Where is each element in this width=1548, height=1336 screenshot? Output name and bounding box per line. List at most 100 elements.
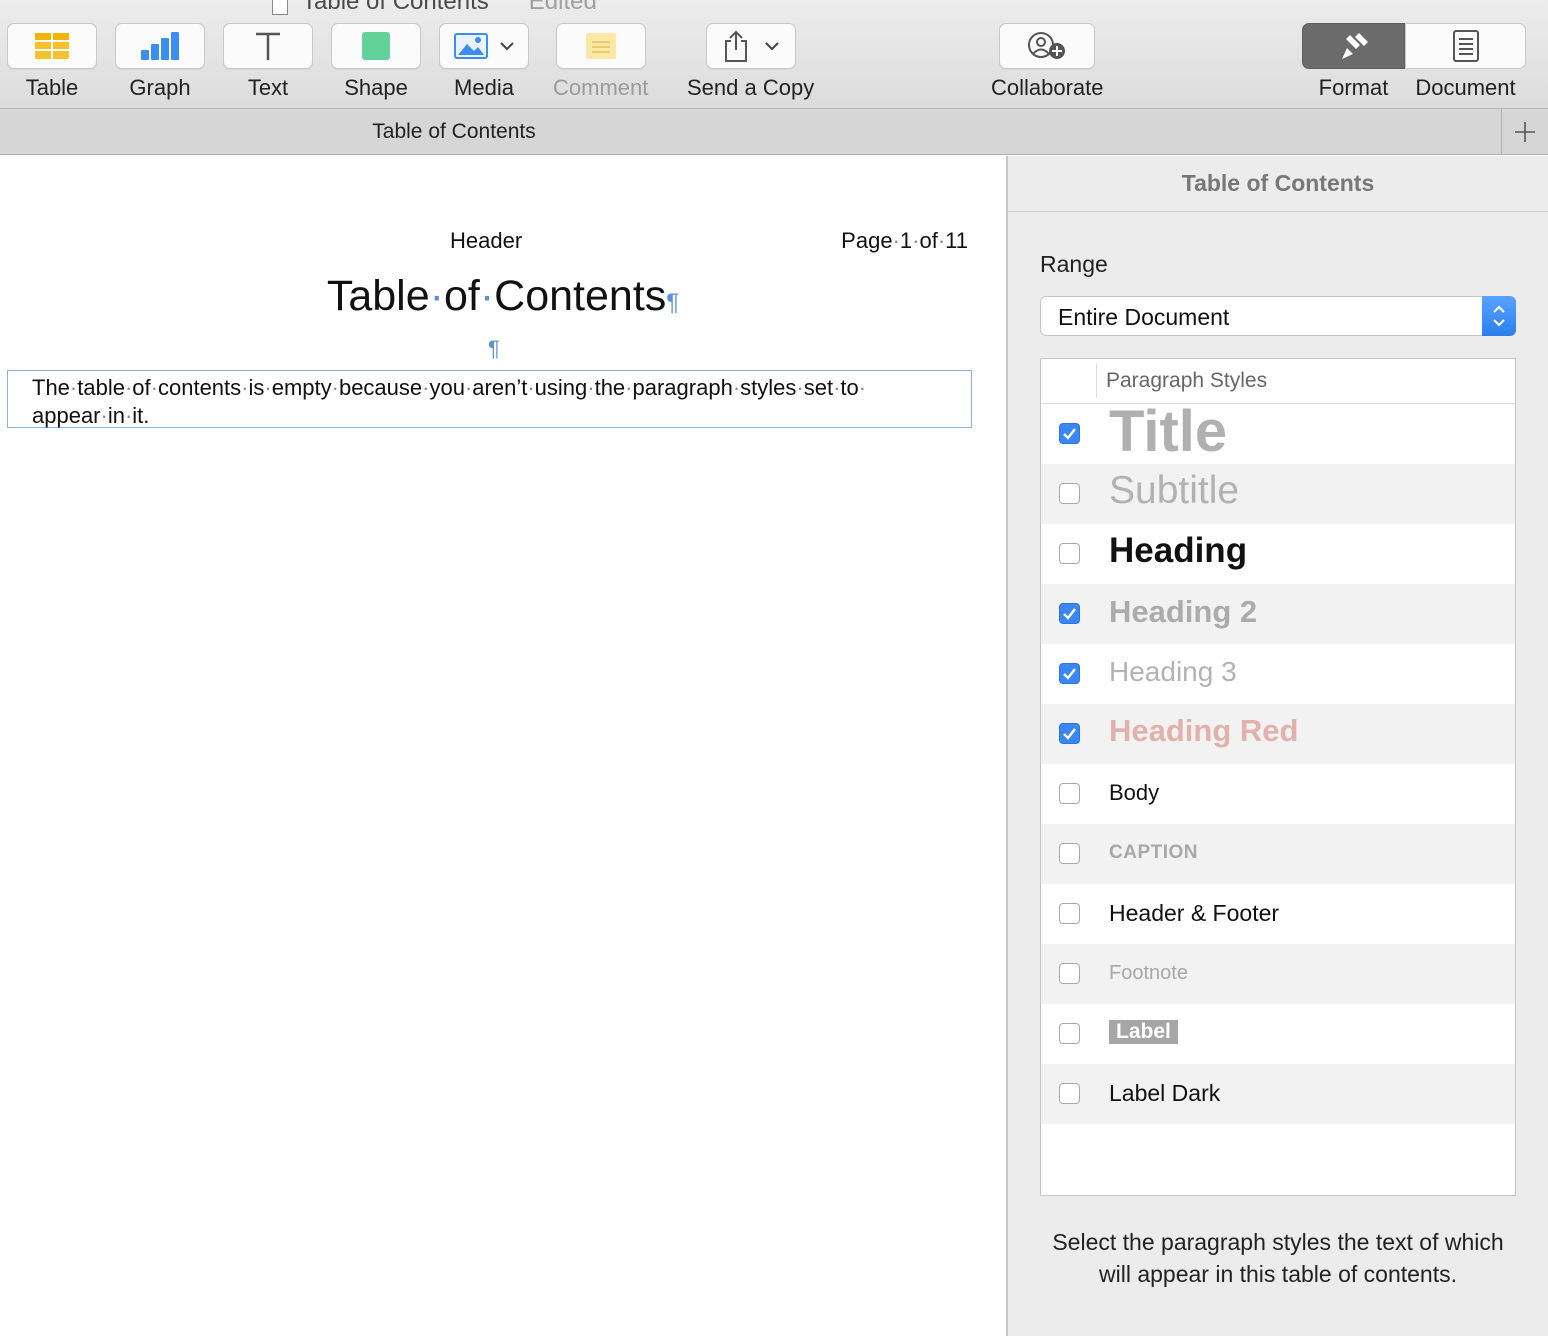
paragraph-styles-list[interactable]: Paragraph Styles Title Subtitle Heading Hea… bbox=[1040, 358, 1516, 1196]
media-button-body[interactable] bbox=[439, 23, 529, 69]
pilcrow-mark: ¶ bbox=[666, 289, 680, 316]
style-name: Header & Footer bbox=[1109, 900, 1280, 926]
tab-label: Table of Contents bbox=[372, 119, 536, 143]
empty-paragraph[interactable]: ¶ bbox=[488, 336, 500, 362]
style-name: Heading 2 bbox=[1109, 594, 1258, 629]
window-title: Table of Contents Edited bbox=[272, 0, 597, 16]
chart-icon bbox=[141, 32, 179, 60]
style-row[interactable]: Heading 3 bbox=[1041, 644, 1515, 704]
document-title-text: Table·of·Contents bbox=[326, 272, 667, 320]
shape-icon bbox=[362, 32, 390, 60]
toc-empty-message: The·table·of·contents·is·empty·because·y… bbox=[32, 375, 867, 428]
toolbar-media-label: Media bbox=[454, 75, 514, 100]
format-label: Format bbox=[1318, 75, 1389, 100]
checkmark-icon bbox=[1063, 728, 1076, 740]
document-label: Document bbox=[1415, 75, 1516, 100]
document-canvas[interactable]: Header Page·1·of·11 Table·of·Contents¶ ¶… bbox=[0, 156, 1006, 1336]
tab-bar: Table of Contents bbox=[0, 109, 1548, 155]
collaborate-icon bbox=[1028, 32, 1066, 59]
style-row[interactable]: Title bbox=[1041, 399, 1515, 464]
style-checkbox[interactable] bbox=[1059, 843, 1080, 864]
tab-table-of-contents[interactable]: Table of Contents bbox=[0, 109, 1500, 154]
format-button[interactable] bbox=[1302, 23, 1405, 69]
comment-icon bbox=[585, 33, 616, 59]
table-button-body[interactable] bbox=[7, 23, 97, 69]
style-name: Heading 3 bbox=[1109, 656, 1237, 687]
toolbar-media-button[interactable]: Media bbox=[439, 23, 529, 101]
document-icon bbox=[1452, 30, 1479, 62]
edited-status: Edited bbox=[528, 0, 597, 15]
collaborate-button-body[interactable] bbox=[999, 23, 1096, 69]
updown-arrows-icon bbox=[1482, 296, 1516, 336]
toolbar-comment-button[interactable]: Comment bbox=[553, 23, 648, 101]
style-checkbox[interactable] bbox=[1059, 483, 1080, 504]
style-row[interactable]: Heading 2 bbox=[1041, 584, 1515, 644]
inspector-toggle bbox=[1302, 23, 1526, 69]
style-checkbox[interactable] bbox=[1059, 783, 1080, 804]
shape-button-body[interactable] bbox=[331, 23, 421, 69]
style-row[interactable]: Body bbox=[1041, 764, 1515, 824]
column-divider bbox=[1096, 364, 1097, 398]
toolbar-shape-button[interactable]: Shape bbox=[331, 23, 421, 101]
toolbar-graph-label: Graph bbox=[129, 75, 191, 100]
send-copy-button-body[interactable] bbox=[705, 23, 796, 69]
style-checkbox[interactable] bbox=[1059, 543, 1080, 564]
style-name: Label bbox=[1109, 1020, 1178, 1044]
toolbar: Table of Contents Edited Table Graph Tex… bbox=[0, 0, 1548, 109]
share-icon bbox=[724, 30, 747, 62]
style-checkbox[interactable] bbox=[1059, 423, 1080, 444]
comment-button-body[interactable] bbox=[555, 23, 646, 69]
style-checkbox[interactable] bbox=[1059, 663, 1080, 684]
document-button[interactable] bbox=[1405, 23, 1526, 69]
media-icon bbox=[454, 33, 488, 59]
text-button-body[interactable] bbox=[223, 23, 313, 69]
style-row[interactable]: Footnote bbox=[1041, 944, 1515, 1004]
table-of-contents-placeholder[interactable]: The·table·of·contents·is·empty·because·y… bbox=[7, 370, 972, 428]
style-name: Label Dark bbox=[1109, 1080, 1221, 1106]
style-name: Heading Red bbox=[1109, 713, 1299, 748]
inspector-toggle-labels: Format Document bbox=[1302, 75, 1526, 101]
toolbar-send-copy-button[interactable]: Send a Copy bbox=[687, 23, 814, 101]
toolbar-table-label: Table bbox=[25, 75, 79, 100]
style-row[interactable]: Subtitle bbox=[1041, 464, 1515, 524]
style-checkbox[interactable] bbox=[1059, 1023, 1080, 1044]
checkmark-icon bbox=[1063, 428, 1076, 440]
range-label: Range bbox=[1040, 251, 1108, 277]
document-title[interactable]: Table·of·Contents¶ bbox=[0, 272, 1006, 321]
style-row[interactable]: Label Dark bbox=[1041, 1064, 1515, 1124]
toolbar-collaborate-button[interactable]: Collaborate bbox=[991, 23, 1104, 101]
empty-row bbox=[1041, 1124, 1515, 1184]
toolbar-send-copy-label: Send a Copy bbox=[687, 75, 815, 100]
range-popup[interactable]: Entire Document bbox=[1040, 296, 1516, 336]
checkmark-icon bbox=[1063, 668, 1076, 680]
style-name: Subtitle bbox=[1109, 469, 1240, 512]
style-name: CAPTION bbox=[1109, 842, 1198, 863]
page-number[interactable]: Page·1·of·11 bbox=[841, 228, 968, 254]
paintbrush-icon bbox=[1341, 33, 1368, 59]
chevron-down-icon bbox=[500, 42, 514, 51]
inspector-title: Table of Contents bbox=[1008, 156, 1548, 212]
style-name: Footnote bbox=[1109, 962, 1188, 984]
style-row[interactable]: Label bbox=[1041, 1004, 1515, 1064]
style-name: Heading bbox=[1109, 531, 1248, 570]
style-row[interactable]: Heading bbox=[1041, 524, 1515, 584]
page-header-center[interactable]: Header bbox=[450, 228, 522, 254]
toolbar-graph-button[interactable]: Graph bbox=[115, 23, 205, 101]
style-checkbox[interactable] bbox=[1059, 1083, 1080, 1104]
graph-button-body[interactable] bbox=[115, 23, 205, 69]
toolbar-comment-label: Comment bbox=[553, 75, 649, 100]
format-inspector: Table of Contents Range Entire Document … bbox=[1008, 156, 1548, 1336]
style-name: Body bbox=[1109, 780, 1160, 805]
toolbar-table-button[interactable]: Table bbox=[7, 23, 97, 101]
plus-icon bbox=[1515, 121, 1535, 142]
style-row[interactable]: Heading Red bbox=[1041, 704, 1515, 764]
style-row[interactable]: CAPTION bbox=[1041, 824, 1515, 884]
style-checkbox[interactable] bbox=[1059, 723, 1080, 744]
style-checkbox[interactable] bbox=[1059, 963, 1080, 984]
style-checkbox[interactable] bbox=[1059, 603, 1080, 624]
chevron-down-icon bbox=[764, 42, 779, 51]
add-tab-button[interactable] bbox=[1501, 109, 1548, 154]
toolbar-text-button[interactable]: Text bbox=[223, 23, 313, 101]
style-checkbox[interactable] bbox=[1059, 903, 1080, 924]
style-row[interactable]: Header & Footer bbox=[1041, 884, 1515, 944]
